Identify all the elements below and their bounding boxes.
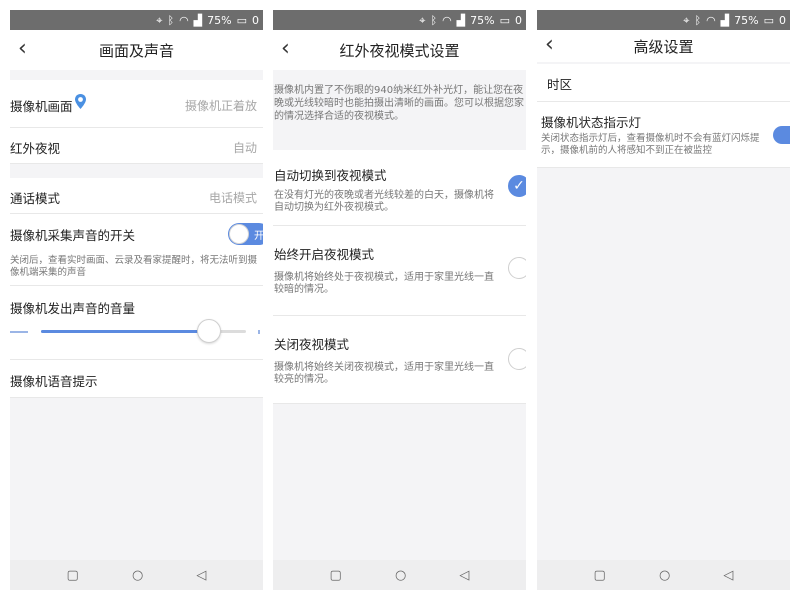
screen-night-vision-settings: ⌖ ᛒ ◠ ▟ 75% ▭ 0 ‹ 红外夜视模式设置 摄像机内置了不伤眼的940… — [273, 10, 526, 590]
recent-apps-icon[interactable]: ▢ — [330, 568, 342, 583]
option-always-on[interactable]: 始终开启夜视模式 摄像机将始终处于夜视模式，适用于家里光线一直较暗的情况。 — [273, 226, 526, 316]
location-pin-icon — [74, 93, 87, 110]
battery-icon: ▭ — [236, 13, 247, 27]
back-triangle-icon[interactable]: ◁ — [459, 568, 469, 583]
recent-apps-icon[interactable]: ▢ — [67, 568, 79, 583]
home-icon[interactable]: ○ — [659, 568, 670, 583]
wifi-icon: ◠ — [179, 13, 189, 27]
nav-bar: ‹ 红外夜视模式设置 — [273, 30, 526, 70]
bluetooth-icon: ᛒ — [167, 13, 175, 27]
bluetooth-icon: ᛒ — [694, 13, 702, 27]
back-arrow-icon[interactable]: ‹ — [545, 34, 567, 56]
page-title: 红外夜视模式设置 — [339, 41, 460, 60]
home-icon[interactable]: ○ — [395, 568, 406, 583]
indicator-light-desc: 关闭状态指示灯后，查看摄像机时不会有蓝灯闪烁提示，摄像机前的人将感知不到正在被监… — [541, 133, 760, 156]
page-title: 高级设置 — [633, 37, 694, 56]
volume-max-marker — [258, 330, 260, 334]
status-bar: ⌖ ᛒ ◠ ▟ 75% ▭ 0 — [273, 10, 526, 30]
radio-unselected[interactable] — [508, 348, 526, 370]
location-icon: ⌖ — [683, 13, 690, 27]
clock-fragment: 0 — [252, 13, 259, 27]
screen-picture-and-sound: ⌖ ᛒ ◠ ▟ 75% ▭ 0 ‹ 画面及声音 摄像机画面 摄像机正着放 红外夜… — [10, 10, 263, 590]
call-mode-label: 通话模式 — [10, 191, 61, 206]
option-desc: 在没有灯光的夜晚或者光线较差的白天，摄像机将自动切换为红外夜视模式。 — [274, 190, 494, 213]
call-mode-row[interactable]: 通话模式 电话模式 — [10, 178, 263, 214]
audio-capture-row: 摄像机采集声音的开关 开 关闭后，查看实时画面、云录及看家提醒时，将无法听到摄像… — [10, 214, 263, 286]
option-title: 自动切换到夜视模式 — [274, 168, 387, 183]
battery-percent: 75% — [734, 13, 759, 27]
battery-percent: 75% — [207, 13, 232, 27]
wifi-icon: ◠ — [706, 13, 716, 27]
volume-min-marker — [10, 331, 28, 333]
audio-capture-desc: 关闭后，查看实时画面、云录及看家提醒时，将无法听到摄像机端采集的声音 — [10, 255, 258, 278]
night-vision-value: 自动 — [232, 141, 257, 155]
back-triangle-icon[interactable]: ◁ — [723, 568, 733, 583]
signal-icon: ▟ — [193, 13, 203, 27]
location-icon: ⌖ — [156, 13, 163, 27]
signal-icon: ▟ — [456, 13, 466, 27]
night-vision-label: 红外夜视 — [10, 141, 61, 156]
indicator-light-row: 摄像机状态指示灯 关闭状态指示灯后，查看摄像机时不会有蓝灯闪烁提示，摄像机前的人… — [537, 102, 790, 168]
indicator-toggle[interactable] — [773, 126, 790, 144]
option-title: 始终开启夜视模式 — [274, 247, 375, 262]
camera-picture-label: 摄像机画面 — [10, 99, 73, 114]
page-title: 画面及声音 — [98, 41, 174, 60]
timezone-row[interactable]: 时区 — [537, 64, 790, 102]
toggle-text: 开 — [254, 231, 263, 242]
night-vision-intro-box: 摄像机内置了不伤眼的940纳米红外补光灯，能让您在夜晚或光线较暗时也能拍摄出清晰… — [273, 70, 526, 142]
option-desc: 摄像机将始终处于夜视模式，适用于家里光线一直较暗的情况。 — [274, 272, 494, 295]
volume-slider-fill — [41, 330, 209, 333]
indicator-light-label: 摄像机状态指示灯 — [541, 115, 642, 130]
option-title: 关闭夜视模式 — [274, 337, 350, 352]
battery-icon: ▭ — [763, 13, 774, 27]
bluetooth-icon: ᛒ — [430, 13, 438, 27]
screen-advanced-settings: ⌖ ᛒ ◠ ▟ 75% ▭ 0 ‹ 高级设置 时区 摄像机状态指示灯 关闭状态指… — [537, 10, 790, 590]
clock-fragment: 0 — [515, 13, 522, 27]
voice-prompt-row[interactable]: 摄像机语音提示 — [10, 360, 263, 398]
audio-capture-toggle[interactable]: 开 — [228, 223, 263, 245]
night-vision-intro: 摄像机内置了不伤眼的940纳米红外补光灯，能让您在夜晚或光线较暗时也能拍摄出清晰… — [274, 85, 524, 122]
option-desc: 摄像机将始终关闭夜视模式，适用于家里光线一直较亮的情况。 — [274, 362, 494, 385]
battery-icon: ▭ — [499, 13, 510, 27]
volume-slider-track[interactable] — [41, 319, 246, 343]
system-nav-bar: ▢ ○ ◁ — [10, 560, 263, 590]
check-icon[interactable]: ✓ — [508, 175, 526, 197]
home-icon[interactable]: ○ — [132, 568, 143, 583]
clock-fragment: 0 — [779, 13, 786, 27]
back-triangle-icon[interactable]: ◁ — [196, 568, 206, 583]
nav-bar: ‹ 高级设置 — [537, 30, 790, 62]
volume-row: 摄像机发出声音的音量 — [10, 286, 263, 360]
call-mode-value: 电话模式 — [208, 191, 257, 205]
option-auto[interactable]: 自动切换到夜视模式 在没有灯光的夜晚或者光线较差的白天，摄像机将自动切换为红外夜… — [273, 150, 526, 226]
option-off[interactable]: 关闭夜视模式 摄像机将始终关闭夜视模式，适用于家里光线一直较亮的情况。 — [273, 316, 526, 404]
signal-icon: ▟ — [720, 13, 730, 27]
camera-picture-value: 摄像机正着放 — [184, 99, 257, 113]
radio-unselected[interactable] — [508, 257, 526, 279]
system-nav-bar: ▢ ○ ◁ — [273, 560, 526, 590]
recent-apps-icon[interactable]: ▢ — [594, 568, 606, 583]
nav-bar: ‹ 画面及声音 — [10, 30, 263, 70]
system-nav-bar: ▢ ○ ◁ — [537, 560, 790, 590]
toggle-knob — [229, 224, 249, 244]
night-vision-row[interactable]: 红外夜视 自动 — [10, 128, 263, 164]
volume-label: 摄像机发出声音的音量 — [10, 301, 136, 316]
battery-percent: 75% — [470, 13, 495, 27]
back-arrow-icon[interactable]: ‹ — [18, 38, 40, 60]
location-icon: ⌖ — [419, 13, 426, 27]
timezone-label: 时区 — [547, 77, 573, 92]
voice-prompt-label: 摄像机语音提示 — [10, 374, 98, 389]
wifi-icon: ◠ — [442, 13, 452, 27]
status-bar: ⌖ ᛒ ◠ ▟ 75% ▭ 0 — [10, 10, 263, 30]
back-arrow-icon[interactable]: ‹ — [281, 38, 303, 60]
camera-picture-row[interactable]: 摄像机画面 摄像机正着放 — [10, 80, 263, 128]
volume-slider-knob[interactable] — [197, 319, 221, 343]
status-bar: ⌖ ᛒ ◠ ▟ 75% ▭ 0 — [537, 10, 790, 30]
audio-capture-label: 摄像机采集声音的开关 — [10, 228, 136, 243]
